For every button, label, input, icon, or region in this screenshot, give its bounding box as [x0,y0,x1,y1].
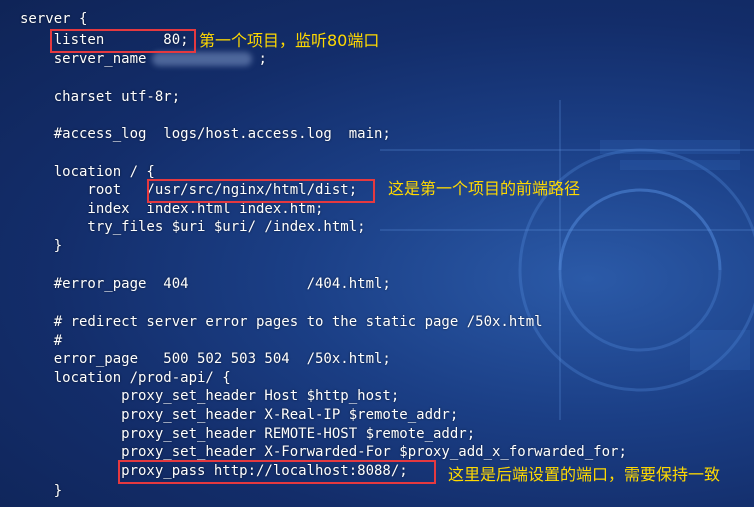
code-line: error_page 500 502 503 504 /50x.html; [20,351,391,367]
code-line: # redirect server error pages to the sta… [20,314,543,330]
port-annotation: 第一个项目，监听80端口 [199,31,380,50]
code-line: #access_log logs/host.access.log main; [20,126,391,142]
code-line: proxy_set_header REMOTE-HOST $remote_add… [20,426,476,442]
code-text: server_name [20,51,147,67]
code-line: server { [20,11,88,27]
code-line: location /prod-api/ { [20,370,231,386]
root-annotation: 这是第一个项目的前端路径 [388,179,581,198]
code-text: ; [258,51,267,67]
proxy-annotation: 这里是后端设置的端口，需要保持一致 [448,465,721,484]
listen-highlight-box [50,29,196,53]
redacted-value [152,52,253,66]
code-line: # [20,333,63,349]
code-line: charset utf-8r; [20,89,181,105]
code-line: try_files $uri $uri/ /index.html; [20,219,366,235]
code-line: #error_page 404 /404.html; [20,276,391,292]
code-line: proxy_set_header X-Real-IP $remote_addr; [20,407,459,423]
code-line: } [20,483,63,499]
proxy-pass-highlight-box [118,460,436,484]
code-line: proxy_set_header Host $http_host; [20,388,400,404]
code-line: } [20,238,63,254]
code-line: location / { [20,164,155,180]
root-highlight-box [147,179,375,203]
nginx-config-code: server { listen 80; server_name; charset… [0,0,754,507]
